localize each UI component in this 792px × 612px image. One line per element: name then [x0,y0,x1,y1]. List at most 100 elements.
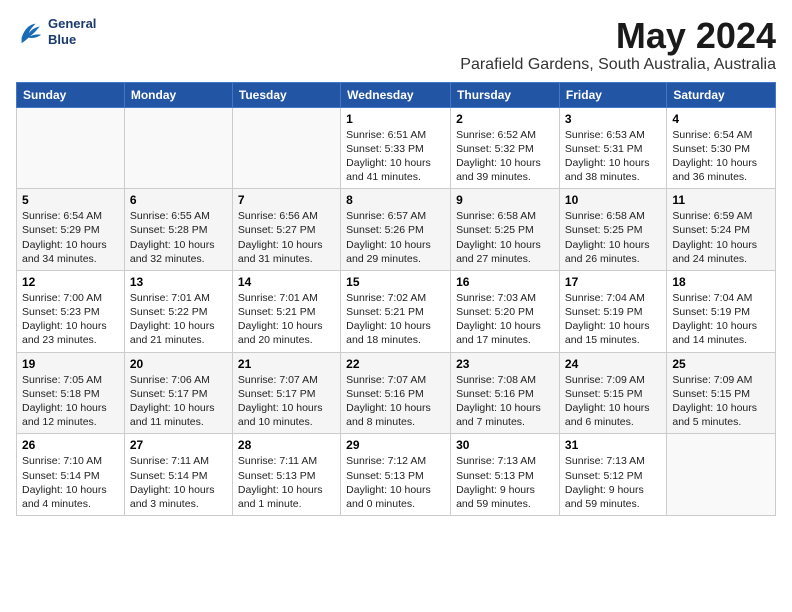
logo: General Blue [16,16,96,47]
day-info: Sunrise: 6:56 AM Sunset: 5:27 PM Dayligh… [238,209,335,266]
day-of-week-header: Sunday [17,82,125,107]
day-info: Sunrise: 7:09 AM Sunset: 5:15 PM Dayligh… [565,373,661,430]
calendar-week-row: 26 Sunrise: 7:10 AM Sunset: 5:14 PM Dayli… [17,434,776,516]
day-number: 22 [346,357,445,371]
day-number: 10 [565,193,661,207]
day-number: 27 [130,438,227,452]
day-of-week-header: Wednesday [341,82,451,107]
day-number: 8 [346,193,445,207]
day-info: Sunrise: 6:55 AM Sunset: 5:28 PM Dayligh… [130,209,227,266]
calendar-day-cell: 19 Sunrise: 7:05 AM Sunset: 5:18 PM Dayli… [17,352,125,434]
calendar-day-cell: 7 Sunrise: 6:56 AM Sunset: 5:27 PM Daylig… [232,189,340,271]
day-number: 9 [456,193,554,207]
day-info: Sunrise: 7:13 AM Sunset: 5:12 PM Dayligh… [565,454,661,511]
calendar-day-cell: 5 Sunrise: 6:54 AM Sunset: 5:29 PM Daylig… [17,189,125,271]
day-info: Sunrise: 6:52 AM Sunset: 5:32 PM Dayligh… [456,128,554,185]
calendar-day-cell: 6Sunrise: 6:55 AM Sunset: 5:28 PM Daylig… [124,189,232,271]
month-title: May 2024 [460,16,776,56]
title-block: May 2024 Parafield Gardens, South Austra… [460,16,776,74]
day-number: 31 [565,438,661,452]
day-info: Sunrise: 6:58 AM Sunset: 5:25 PM Dayligh… [565,209,661,266]
day-info: Sunrise: 7:11 AM Sunset: 5:14 PM Dayligh… [130,454,227,511]
calendar-day-cell: 12 Sunrise: 7:00 AM Sunset: 5:23 PM Dayli… [17,270,125,352]
calendar-day-cell [124,107,232,189]
day-number: 1 [346,112,445,126]
day-info: Sunrise: 6:59 AM Sunset: 5:24 PM Dayligh… [672,209,770,266]
calendar-day-cell [232,107,340,189]
calendar-day-cell: 21Sunrise: 7:07 AM Sunset: 5:17 PM Dayli… [232,352,340,434]
day-number: 11 [672,193,770,207]
calendar-week-row: 1 Sunrise: 6:51 AM Sunset: 5:33 PM Daylig… [17,107,776,189]
calendar-day-cell: 24 Sunrise: 7:09 AM Sunset: 5:15 PM Dayli… [559,352,666,434]
day-info: Sunrise: 7:07 AM Sunset: 5:16 PM Dayligh… [346,373,445,430]
day-number: 14 [238,275,335,289]
calendar-body: 1 Sunrise: 6:51 AM Sunset: 5:33 PM Daylig… [17,107,776,515]
calendar-day-cell: 9 Sunrise: 6:58 AM Sunset: 5:25 PM Daylig… [451,189,560,271]
calendar-day-cell: 10 Sunrise: 6:58 AM Sunset: 5:25 PM Dayli… [559,189,666,271]
day-info: Sunrise: 6:54 AM Sunset: 5:29 PM Dayligh… [22,209,119,266]
day-info: Sunrise: 7:13 AM Sunset: 5:13 PM Dayligh… [456,454,554,511]
calendar-day-cell: 14 Sunrise: 7:01 AM Sunset: 5:21 PM Dayli… [232,270,340,352]
calendar-week-row: 12 Sunrise: 7:00 AM Sunset: 5:23 PM Dayli… [17,270,776,352]
calendar-day-cell: 27 Sunrise: 7:11 AM Sunset: 5:14 PM Dayli… [124,434,232,516]
calendar-day-cell: 22 Sunrise: 7:07 AM Sunset: 5:16 PM Dayli… [341,352,451,434]
calendar-day-cell: 28 Sunrise: 7:11 AM Sunset: 5:13 PM Dayli… [232,434,340,516]
calendar-day-cell: 2 Sunrise: 6:52 AM Sunset: 5:32 PM Daylig… [451,107,560,189]
calendar-day-cell [17,107,125,189]
day-number: 13 [130,275,227,289]
page-header: General Blue May 2024 Parafield Gardens,… [16,16,776,74]
day-number: 19 [22,357,119,371]
day-number: 18 [672,275,770,289]
calendar-day-cell: 31 Sunrise: 7:13 AM Sunset: 5:12 PM Dayli… [559,434,666,516]
day-info: Sunrise: 6:54 AM Sunset: 5:30 PM Dayligh… [672,128,770,185]
day-of-week-header: Friday [559,82,666,107]
calendar-day-cell: 23 Sunrise: 7:08 AM Sunset: 5:16 PM Dayli… [451,352,560,434]
calendar-day-cell: 11 Sunrise: 6:59 AM Sunset: 5:24 PM Dayli… [667,189,776,271]
day-info: Sunrise: 7:07 AM Sunset: 5:17 PM Dayligh… [238,373,335,430]
day-info: Sunrise: 7:05 AM Sunset: 5:18 PM Dayligh… [22,373,119,430]
day-number: 17 [565,275,661,289]
day-number: 2 [456,112,554,126]
day-info: Sunrise: 7:04 AM Sunset: 5:19 PM Dayligh… [672,291,770,348]
day-info: Sunrise: 7:04 AM Sunset: 5:19 PM Dayligh… [565,291,661,348]
day-number: 4 [672,112,770,126]
day-number: 26 [22,438,119,452]
day-number: 5 [22,193,119,207]
day-number: 28 [238,438,335,452]
day-info: Sunrise: 6:51 AM Sunset: 5:33 PM Dayligh… [346,128,445,185]
calendar-day-cell: 15Sunrise: 7:02 AM Sunset: 5:21 PM Dayli… [341,270,451,352]
day-info: Sunrise: 7:02 AM Sunset: 5:21 PM Dayligh… [346,291,445,348]
day-number: 7 [238,193,335,207]
day-info: Sunrise: 6:53 AM Sunset: 5:31 PM Dayligh… [565,128,661,185]
calendar-day-cell: 26 Sunrise: 7:10 AM Sunset: 5:14 PM Dayli… [17,434,125,516]
calendar-day-cell: 30 Sunrise: 7:13 AM Sunset: 5:13 PM Dayli… [451,434,560,516]
calendar-day-cell: 13Sunrise: 7:01 AM Sunset: 5:22 PM Dayli… [124,270,232,352]
day-info: Sunrise: 7:00 AM Sunset: 5:23 PM Dayligh… [22,291,119,348]
day-of-week-header: Tuesday [232,82,340,107]
logo-text: General Blue [48,16,96,47]
logo-icon [16,18,44,46]
day-number: 16 [456,275,554,289]
day-number: 24 [565,357,661,371]
calendar-day-cell: 18 Sunrise: 7:04 AM Sunset: 5:19 PM Dayli… [667,270,776,352]
calendar-day-cell: 29 Sunrise: 7:12 AM Sunset: 5:13 PM Dayli… [341,434,451,516]
day-info: Sunrise: 7:10 AM Sunset: 5:14 PM Dayligh… [22,454,119,511]
day-info: Sunrise: 7:11 AM Sunset: 5:13 PM Dayligh… [238,454,335,511]
day-info: Sunrise: 6:58 AM Sunset: 5:25 PM Dayligh… [456,209,554,266]
day-number: 12 [22,275,119,289]
location-title: Parafield Gardens, South Australia, Aust… [460,56,776,74]
day-info: Sunrise: 7:06 AM Sunset: 5:17 PM Dayligh… [130,373,227,430]
day-info: Sunrise: 7:12 AM Sunset: 5:13 PM Dayligh… [346,454,445,511]
calendar-day-cell: 25Sunrise: 7:09 AM Sunset: 5:15 PM Dayli… [667,352,776,434]
day-info: Sunrise: 7:08 AM Sunset: 5:16 PM Dayligh… [456,373,554,430]
calendar-day-cell: 17 Sunrise: 7:04 AM Sunset: 5:19 PM Dayli… [559,270,666,352]
day-info: Sunrise: 7:01 AM Sunset: 5:21 PM Dayligh… [238,291,335,348]
day-number: 29 [346,438,445,452]
day-number: 30 [456,438,554,452]
calendar-day-cell: 16Sunrise: 7:03 AM Sunset: 5:20 PM Dayli… [451,270,560,352]
day-of-week-header: Thursday [451,82,560,107]
day-number: 20 [130,357,227,371]
day-info: Sunrise: 6:57 AM Sunset: 5:26 PM Dayligh… [346,209,445,266]
calendar-day-cell: 8 Sunrise: 6:57 AM Sunset: 5:26 PM Daylig… [341,189,451,271]
day-number: 23 [456,357,554,371]
